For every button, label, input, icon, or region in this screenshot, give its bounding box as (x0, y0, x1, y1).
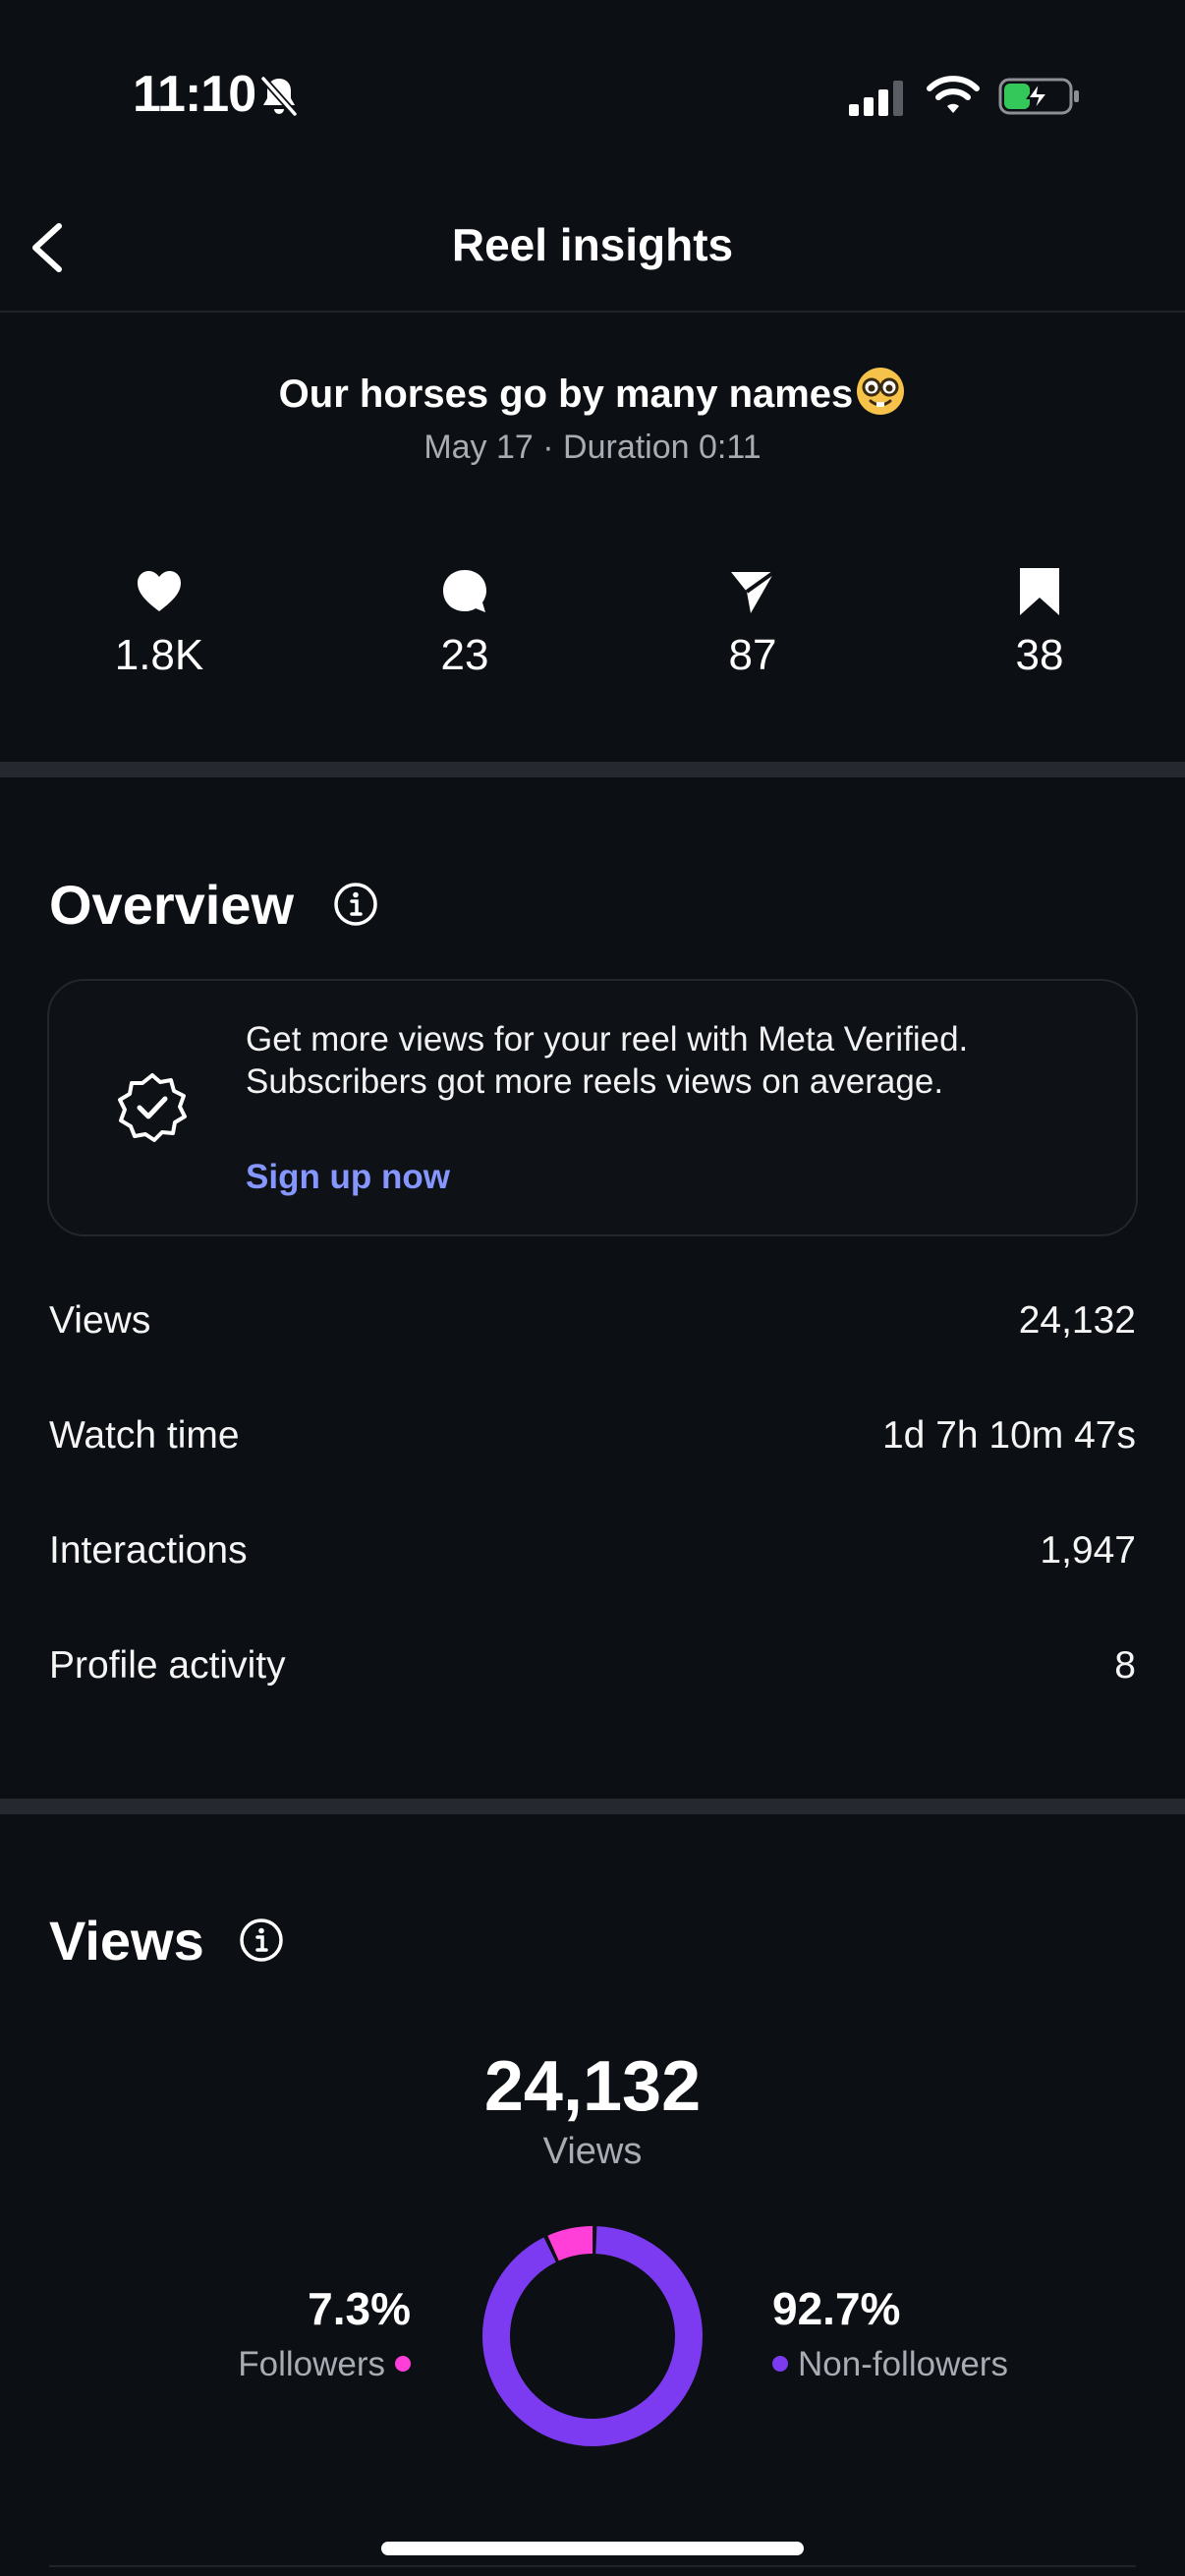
metric-value: 1d 7h 10m 47s (881, 1414, 1136, 1457)
status-bar: 11:10 (0, 0, 1185, 197)
views-total: 24,132 (483, 2047, 702, 2126)
followers-legend: Followers (238, 2345, 411, 2384)
metric-value: 1,947 (1040, 1529, 1136, 1572)
share-icon (731, 570, 776, 613)
followers-legend-label: Followers (238, 2345, 385, 2383)
status-time: 11:10 (133, 66, 256, 123)
metric-value: 24,132 (1018, 1299, 1136, 1342)
non-followers-percent: 92.7% (772, 2283, 901, 2334)
comment-icon (443, 570, 486, 612)
comments-stat: 23 (367, 566, 563, 680)
followers-percent: 7.3% (308, 2283, 411, 2334)
views-title: Views (49, 1910, 204, 1972)
verified-badge-icon (118, 1073, 187, 1142)
cellular-signal-icon (849, 81, 903, 116)
non-followers-legend-label: Non-followers (798, 2345, 1008, 2383)
likes-count: 1.8K (114, 631, 204, 679)
page-title: Reel insights (451, 219, 734, 270)
views-donut-chart (482, 2225, 703, 2446)
saves-stat: 38 (941, 566, 1138, 680)
bell-slash-icon (260, 76, 298, 117)
metric-row-views[interactable]: Views 24,132 (49, 1299, 1136, 1358)
meta-verified-promo-card: Get more views for your reel with Meta V… (47, 979, 1138, 1236)
promo-text: Get more views for your reel with Meta V… (246, 1020, 969, 1101)
battery-charging-icon (998, 78, 1079, 115)
section-divider (0, 1799, 1185, 1814)
metric-value: 8 (1114, 1644, 1136, 1687)
metric-row-interactions[interactable]: Interactions 1,947 (49, 1529, 1136, 1588)
metric-row-watch-time[interactable]: Watch time 1d 7h 10m 47s (49, 1414, 1136, 1473)
info-icon[interactable] (332, 881, 379, 928)
nerd-face-emoji-icon (857, 368, 905, 415)
heart-icon (138, 571, 181, 611)
followers-dot-icon (395, 2356, 411, 2372)
saves-count: 38 (1015, 631, 1064, 679)
metric-label: Profile activity (49, 1644, 286, 1687)
nav-bar: Reel insights (0, 197, 1185, 313)
overview-title: Overview (49, 874, 295, 936)
shares-stat: 87 (654, 566, 851, 680)
comments-count: 23 (440, 631, 489, 679)
metric-label: Interactions (49, 1529, 248, 1572)
shares-count: 87 (728, 631, 777, 679)
reel-title: Our horses go by many names (0, 366, 1185, 417)
donut-slice-followers (547, 2225, 593, 2261)
donut-slice-non-followers (482, 2226, 703, 2446)
metric-label: Views (49, 1299, 151, 1342)
metric-label: Watch time (49, 1414, 240, 1457)
bookmark-icon (1020, 568, 1059, 615)
metric-row-profile-activity[interactable]: Profile activity 8 (49, 1644, 1136, 1703)
sign-up-now-link[interactable]: Sign up now (246, 1158, 450, 1197)
bottom-rule (49, 2565, 1136, 2567)
non-followers-dot-icon (772, 2356, 788, 2372)
non-followers-legend: Non-followers (772, 2345, 1008, 2384)
section-divider (0, 762, 1185, 777)
views-caption: Views (542, 2131, 643, 2172)
home-indicator (381, 2542, 804, 2555)
likes-stat: 1.8K (61, 566, 257, 680)
reel-meta: May 17 · Duration 0:11 (423, 429, 762, 466)
reel-title-text: Our horses go by many names (278, 372, 854, 416)
wifi-icon (927, 76, 980, 113)
info-icon[interactable] (238, 1917, 285, 1964)
